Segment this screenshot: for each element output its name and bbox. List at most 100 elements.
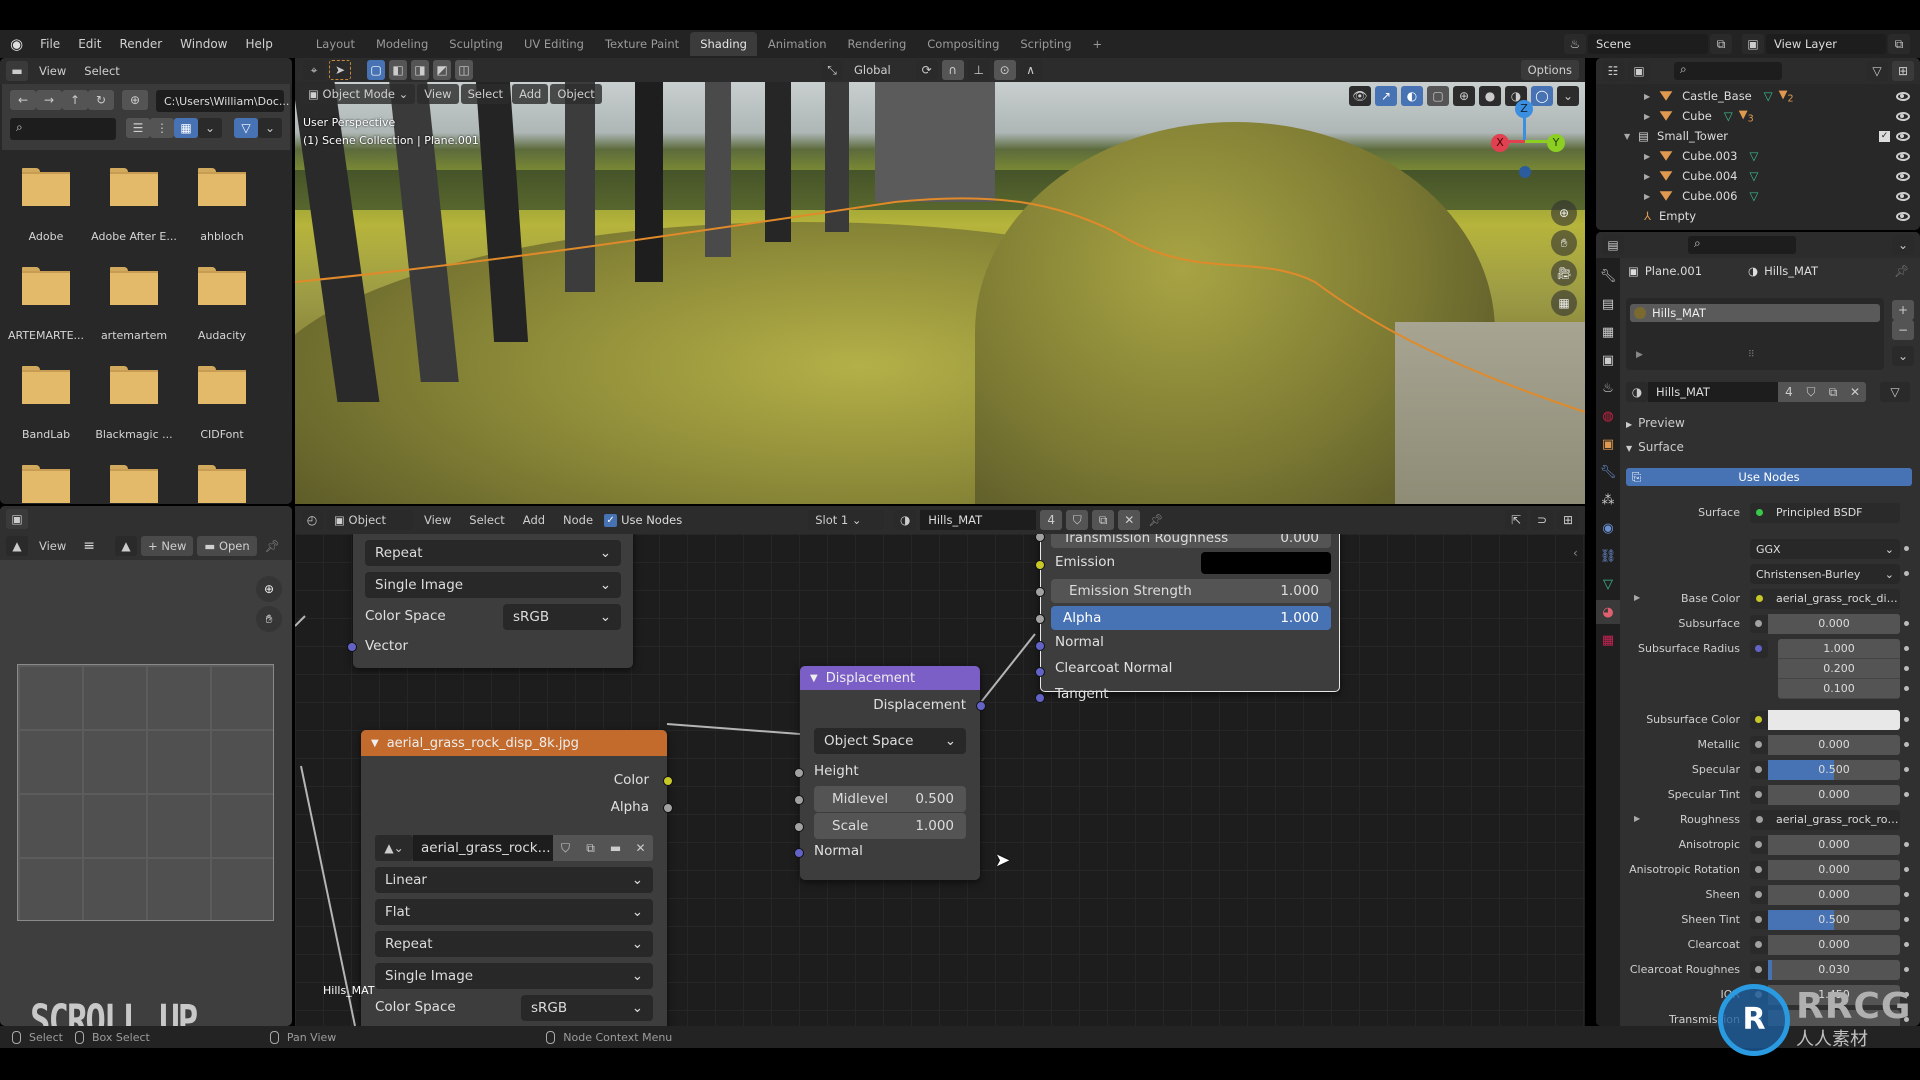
view-layer-icon[interactable]: ▣ <box>1742 34 1764 54</box>
object-tab-icon[interactable]: ▣ <box>1596 432 1620 456</box>
use-nodes-checkbox[interactable]: ✓ Use Nodes <box>604 513 682 527</box>
outliner-item[interactable]: ▶ Castle_Base ▽ ▼2 <box>1600 86 1920 106</box>
editor-type-icon[interactable]: ▣ <box>6 509 28 529</box>
scene-tab-icon[interactable]: ♨ <box>1596 376 1620 400</box>
duplicate-material-icon[interactable]: ⧉ <box>1092 510 1115 530</box>
view-layer-field[interactable]: View Layer <box>1766 34 1886 54</box>
surface-panel-header[interactable]: ▼ Surface <box>1626 440 1684 454</box>
material-name-field[interactable]: Hills_MAT <box>1648 382 1778 402</box>
zoom-view-icon[interactable]: ⊕ <box>1551 200 1577 226</box>
subsurface-socket[interactable] <box>1750 615 1768 633</box>
tab-scripting[interactable]: Scripting <box>1010 32 1081 56</box>
gizmo-toggle-icon[interactable]: ↗ <box>1375 86 1397 106</box>
alpha-output-socket[interactable] <box>663 803 673 813</box>
tab-layout[interactable]: Layout <box>306 32 365 56</box>
options-dropdown[interactable]: Options <box>1520 60 1579 80</box>
keyframe-dot[interactable] <box>1904 742 1909 747</box>
expand-icon[interactable]: ▶ <box>1636 350 1643 360</box>
tab-uv-editing[interactable]: UV Editing <box>514 32 594 56</box>
collapsed-arrow-icon[interactable]: ▶ <box>1644 192 1650 201</box>
tab-rendering[interactable]: Rendering <box>838 32 917 56</box>
color-space-dropdown[interactable]: sRGB ⌄ <box>521 995 653 1021</box>
new-image-button[interactable]: + New <box>141 536 194 556</box>
sheen-field[interactable]: 0.000 <box>1768 885 1900 905</box>
sheen-tint-field[interactable]: 0.500 <box>1768 910 1900 930</box>
folder-item[interactable]: BandLab <box>21 366 107 456</box>
outliner-item[interactable]: ▶ Cube.004 ▽ <box>1600 166 1920 186</box>
extension-dropdown[interactable]: Repeat ⌄ <box>365 540 621 566</box>
search-input[interactable]: ⌕ <box>10 118 116 140</box>
viewport-menu-select[interactable]: Select <box>460 84 511 104</box>
node-menu-select[interactable]: Select <box>462 510 511 530</box>
folder-item[interactable]: Adobe <box>21 168 107 258</box>
expand-arrow-icon[interactable]: ▶ <box>1634 814 1640 823</box>
preview-panel-header[interactable]: ▶ Preview <box>1626 416 1685 430</box>
select-intersect-icon[interactable]: ◫ <box>455 60 473 80</box>
fake-user-icon[interactable]: ⛉ <box>1800 382 1822 402</box>
zoom-icon[interactable]: ⊕ <box>256 576 282 602</box>
outliner-item[interactable]: ▶ Cube.003 ▽ <box>1600 146 1920 166</box>
exclude-checkbox[interactable]: ✓ <box>1879 130 1890 142</box>
source-dropdown[interactable]: Single Image ⌄ <box>365 572 621 598</box>
snap-target-icon[interactable]: ⊥ <box>967 60 990 80</box>
specular-tint-field[interactable]: 0.000 <box>1768 785 1900 805</box>
material-slot-item[interactable]: Hills_MAT <box>1630 304 1880 322</box>
anisotropic-field[interactable]: 0.000 <box>1768 835 1900 855</box>
specular-socket[interactable] <box>1750 761 1768 779</box>
metallic-socket[interactable] <box>1750 736 1768 754</box>
slot-dropdown[interactable]: Slot 1 ⌄ <box>808 510 885 530</box>
source-dropdown[interactable]: Single Image ⌄ <box>375 963 653 989</box>
folder-item[interactable]: Adobe After E... <box>91 168 195 258</box>
unlink-image-icon[interactable]: ✕ <box>628 835 653 861</box>
menu-view[interactable]: View <box>32 61 73 81</box>
displacement-node[interactable]: ▼ Displacement Displacement Object Space ⌄… <box>794 666 986 880</box>
interpolation-dropdown[interactable]: Linear ⌄ <box>375 867 653 893</box>
clearcoat-socket[interactable] <box>1750 936 1768 954</box>
distribution-dropdown[interactable]: GGX ⌄ <box>1750 539 1900 559</box>
snap-icon[interactable]: ∩ <box>941 60 964 80</box>
open-image-button[interactable]: ▬ Open <box>197 536 257 556</box>
image-node-header[interactable]: ▼ aerial_grass_rock_disp_8k.jpg <box>361 730 667 756</box>
image-texture-node[interactable]: ▼ aerial_grass_rock_disp_8k.jpg Color Alp… <box>361 730 673 1026</box>
duplicate-image-icon[interactable]: ⧉ <box>578 835 603 861</box>
parent-dir-icon[interactable]: ↑ <box>62 90 88 110</box>
outliner-item[interactable]: ▶ Cube.006 ▽ <box>1600 186 1920 206</box>
subsurface-field[interactable]: 0.000 <box>1768 614 1900 634</box>
fake-user-icon[interactable]: ⛉ <box>553 835 578 861</box>
visibility-eye-icon[interactable] <box>1896 111 1910 121</box>
menu-file[interactable]: File <box>31 37 69 51</box>
material-users-count[interactable]: 4 <box>1778 382 1800 402</box>
expand-arrow-icon[interactable]: ▶ <box>1634 593 1640 602</box>
tool-tab-icon[interactable]: 🔧︎ <box>1596 264 1620 288</box>
shader-editor[interactable]: ◴ ▣ Object View Select Add Node ✓ Use Nod… <box>295 506 1585 1026</box>
view-mode-icon[interactable]: ▲ <box>6 536 28 556</box>
snap-mode-icon[interactable]: ⊞ <box>1557 510 1579 530</box>
anisotropic-rotation-socket[interactable] <box>1750 861 1768 879</box>
pin-icon[interactable]: 📌︎ <box>1148 513 1163 527</box>
texture-tab-icon[interactable]: ▦ <box>1596 628 1620 652</box>
gizmo-z[interactable]: Z <box>1515 100 1533 118</box>
color-output-socket[interactable] <box>663 776 673 786</box>
slot-specials-button[interactable]: ⌄ <box>1892 346 1914 366</box>
folder-item[interactable] <box>197 465 283 504</box>
view-layer-icon[interactable]: ▣ <box>1628 61 1650 81</box>
pan-icon[interactable]: ✋︎ <box>256 606 282 632</box>
tab-modeling[interactable]: Modeling <box>366 32 438 56</box>
open-image-icon[interactable]: ▬ <box>603 835 628 861</box>
use-nodes-button[interactable]: ⎘ Use Nodes <box>1626 468 1912 486</box>
subsurface-radius-field-1[interactable]: 0.200 <box>1778 659 1900 679</box>
clearcoat-field[interactable]: 0.000 <box>1768 935 1900 955</box>
visibility-eye-icon[interactable] <box>1896 211 1910 221</box>
physics-tab-icon[interactable]: ◉ <box>1596 516 1620 540</box>
menu-icon[interactable]: ≡ <box>77 538 101 554</box>
select-invert-icon[interactable]: ◩ <box>433 60 451 80</box>
collapse-icon[interactable]: ▼ <box>371 738 379 749</box>
ortho-toggle-icon[interactable]: ▦ <box>1551 290 1577 316</box>
color-space-dropdown[interactable]: sRGB ⌄ <box>503 604 621 630</box>
tab-compositing[interactable]: Compositing <box>917 32 1009 56</box>
proportional-edit-icon[interactable]: ⊙ <box>993 60 1016 80</box>
visibility-eye-icon[interactable] <box>1896 131 1910 141</box>
context-object[interactable]: Plane.001 <box>1645 264 1702 278</box>
collapsed-arrow-icon[interactable]: ▶ <box>1644 172 1650 181</box>
keyframe-dot[interactable] <box>1904 792 1909 797</box>
